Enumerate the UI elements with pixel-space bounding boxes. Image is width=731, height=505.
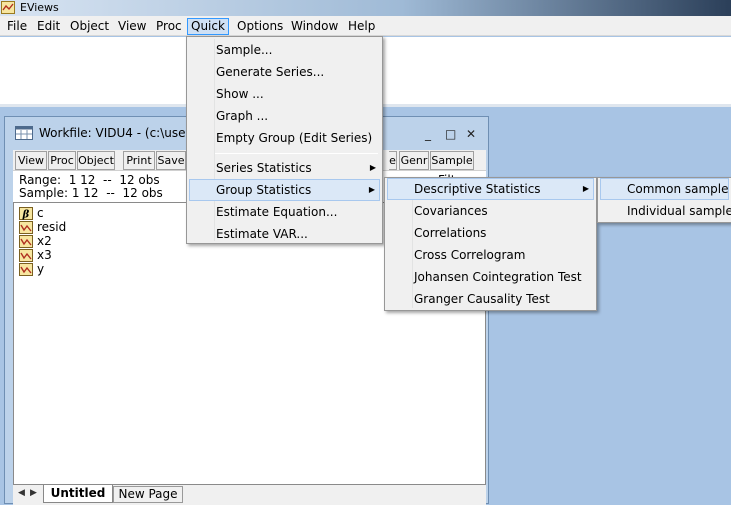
tab-scroll-right-icon[interactable]: ▶: [30, 488, 37, 498]
toolbar-object-button[interactable]: Object: [77, 151, 115, 170]
menu-item-empty-group[interactable]: Empty Group (Edit Series): [189, 127, 380, 149]
quick-menu: Sample... Generate Series... Show ... Gr…: [186, 36, 383, 244]
menu-item-estimate-var[interactable]: Estimate VAR...: [189, 223, 380, 245]
svg-text:β: β: [22, 210, 30, 221]
menu-edit[interactable]: Edit: [34, 18, 63, 35]
menu-item-label: Group Statistics: [216, 183, 312, 197]
menu-item-series-statistics[interactable]: Series Statistics ▶: [189, 157, 380, 179]
menu-item-common-sample[interactable]: Common sample: [600, 178, 729, 200]
menu-item-group-statistics[interactable]: Group Statistics ▶: [189, 179, 380, 201]
submenu-arrow-icon: ▶: [582, 184, 589, 193]
series-icon: [19, 235, 33, 248]
minimize-button[interactable]: _: [425, 127, 431, 141]
menu-item-correlations[interactable]: Correlations: [387, 222, 594, 244]
page-tabs: ◀ ▶ Untitled New Page: [13, 485, 486, 505]
descriptive-statistics-submenu: Common sample Individual samples: [597, 177, 731, 223]
object-name: y: [37, 262, 45, 276]
menu-file[interactable]: File: [4, 18, 30, 35]
menu-item-sample[interactable]: Sample...: [189, 39, 380, 61]
series-icon: [19, 249, 33, 262]
toolbar-print-button[interactable]: Print: [123, 151, 155, 170]
menu-item-individual-samples[interactable]: Individual samples: [600, 200, 731, 222]
tab-untitled[interactable]: Untitled: [43, 485, 113, 503]
toolbar-proc-button[interactable]: Proc: [48, 151, 76, 170]
series-icon: [19, 263, 33, 276]
submenu-arrow-icon: ▶: [369, 163, 376, 172]
toolbar-genr-button[interactable]: Genr: [399, 151, 429, 170]
eviews-app-icon[interactable]: [1, 1, 15, 14]
menu-item-estimate-equation[interactable]: Estimate Equation...: [189, 201, 380, 223]
object-name: resid: [37, 220, 67, 234]
toolbar-partial-button[interactable]: e: [389, 151, 397, 170]
toolbar-save-button[interactable]: Save: [156, 151, 186, 170]
object-name: x3: [37, 248, 52, 262]
menu-bar: File Edit Object View Proc Quick Options…: [0, 16, 731, 36]
menu-window[interactable]: Window: [288, 18, 341, 35]
beta-coefficient-icon: β: [19, 207, 33, 220]
menu-item-johansen-cointegration[interactable]: Johansen Cointegration Test: [387, 266, 594, 288]
menu-object[interactable]: Object: [67, 18, 112, 35]
series-icon: [19, 221, 33, 234]
menu-proc[interactable]: Proc: [153, 18, 185, 35]
menu-item-cross-correlogram[interactable]: Cross Correlogram: [387, 244, 594, 266]
menu-item-label: Series Statistics: [216, 161, 312, 175]
title-bar: EViews: [0, 0, 731, 16]
maximize-button[interactable]: □: [445, 127, 456, 141]
menu-item-generate-series[interactable]: Generate Series...: [189, 61, 380, 83]
group-statistics-submenu: Descriptive Statistics ▶ Covariances Cor…: [384, 177, 597, 311]
object-name: x2: [37, 234, 52, 248]
tab-new-page[interactable]: New Page: [113, 486, 183, 503]
workfile-icon: [15, 126, 33, 140]
menu-help[interactable]: Help: [345, 18, 378, 35]
menu-view[interactable]: View: [115, 18, 149, 35]
toolbar-sample-button[interactable]: Sample: [430, 151, 474, 170]
app-title: EViews: [20, 1, 59, 14]
menu-options[interactable]: Options: [234, 18, 286, 35]
menu-item-descriptive-statistics[interactable]: Descriptive Statistics ▶: [387, 178, 594, 200]
menu-item-graph[interactable]: Graph ...: [189, 105, 380, 127]
sample-text[interactable]: Sample: 1 12 -- 12 obs: [19, 187, 163, 200]
toolbar-view-button[interactable]: View: [15, 151, 47, 170]
workfile-title: Workfile: VIDU4 - (c:\users\tr: [39, 126, 211, 140]
submenu-arrow-icon: ▶: [368, 185, 375, 194]
tab-scroll-left-icon[interactable]: ◀: [18, 488, 25, 498]
menu-quick[interactable]: Quick: [187, 18, 229, 35]
object-name: c: [37, 206, 44, 220]
close-button[interactable]: ✕: [466, 127, 476, 141]
menu-item-label: Descriptive Statistics: [414, 182, 541, 196]
menu-separator: [215, 153, 378, 154]
menu-item-granger-causality[interactable]: Granger Causality Test: [387, 288, 594, 310]
menu-item-show[interactable]: Show ...: [189, 83, 380, 105]
menu-item-covariances[interactable]: Covariances: [387, 200, 594, 222]
